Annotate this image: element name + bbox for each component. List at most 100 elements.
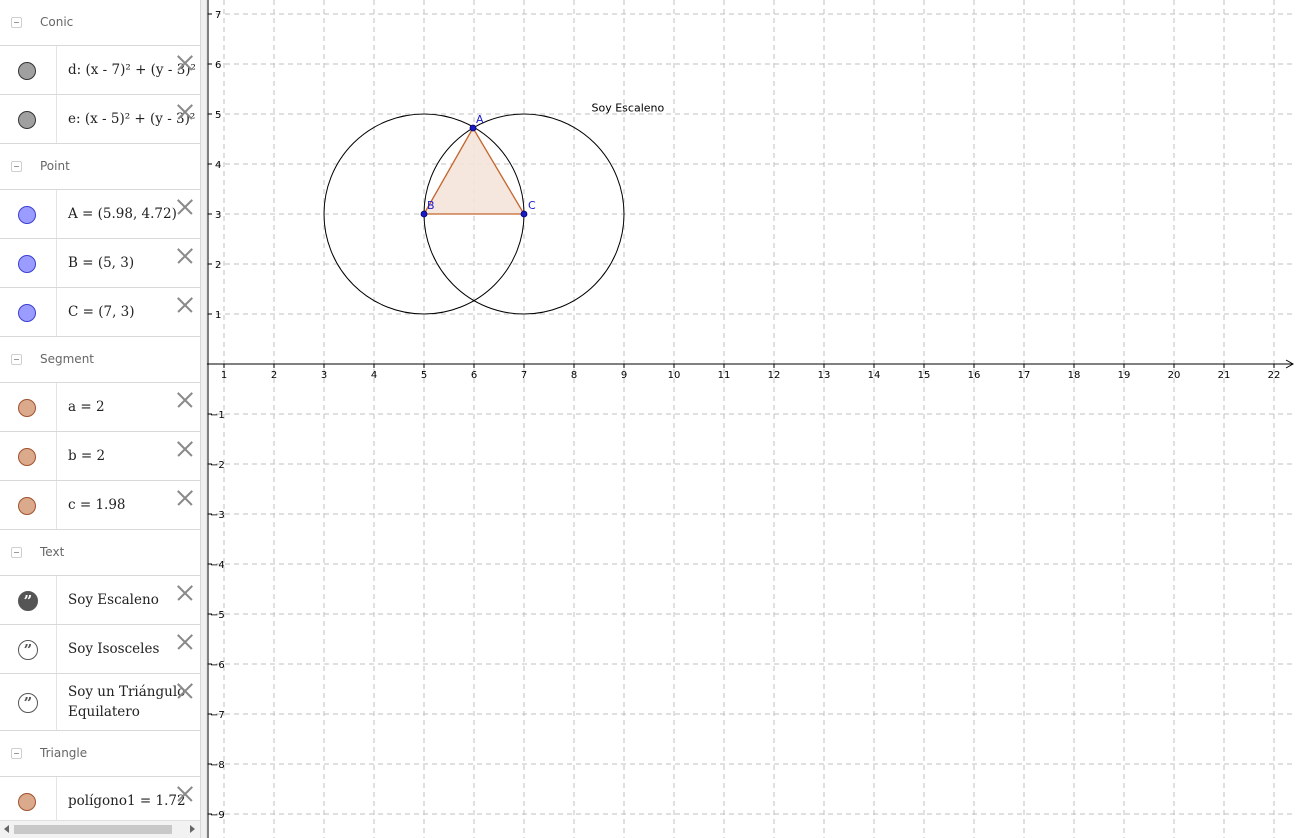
group-label: Text	[40, 545, 65, 559]
algebra-item-point-a[interactable]: A = (5.98, 4.72)	[0, 190, 201, 239]
collapse-toggle-icon[interactable]	[11, 354, 22, 365]
collapse-toggle-icon[interactable]	[11, 547, 22, 558]
visibility-marble-icon[interactable]	[18, 111, 36, 129]
visibility-marble-icon[interactable]	[18, 206, 36, 224]
text-visibility-icon[interactable]: ”	[18, 640, 38, 660]
algebra-item-text: Soy Isosceles	[68, 641, 160, 657]
y-tick-label: −8	[210, 760, 225, 771]
y-tick-label: −2	[210, 460, 225, 471]
algebra-item-text-line: Soy un Triángulo	[68, 684, 186, 700]
x-tick-label: 9	[621, 370, 627, 381]
visibility-marble-icon[interactable]	[18, 793, 36, 811]
x-tick-label: 12	[768, 370, 781, 381]
algebra-item-polygon-1[interactable]: polígono1 = 1.72	[0, 777, 201, 826]
algebra-item-text: B = (5, 3)	[68, 255, 135, 271]
delete-icon[interactable]	[176, 584, 194, 602]
delete-icon[interactable]	[176, 633, 194, 651]
algebra-item-text-line: Equilatero	[68, 704, 140, 720]
quote-glyph-icon: ”	[23, 641, 33, 659]
x-tick-label: 4	[371, 370, 377, 381]
quote-glyph-icon: ”	[23, 694, 33, 712]
group-header-segment: Segment	[0, 337, 201, 383]
visibility-marble-icon[interactable]	[18, 399, 36, 417]
y-tick-label: 1	[215, 310, 221, 321]
y-tick-label: −5	[210, 610, 225, 621]
algebra-item-text: c = 1.98	[68, 497, 126, 513]
x-tick-label: 13	[818, 370, 831, 381]
algebra-item-segment-b[interactable]: b = 2	[0, 432, 201, 481]
y-tick-label: −4	[210, 560, 225, 571]
algebra-view: Conic d: (x - 7)² + (y - 3)² = 4e: (x - 5…	[0, 0, 201, 838]
x-tick-label: 16	[968, 370, 981, 381]
group-header-point: Point	[0, 144, 201, 190]
algebra-item-conic-d[interactable]: d: (x - 7)² + (y - 3)² = 4	[0, 46, 201, 95]
x-tick-label: 3	[321, 370, 327, 381]
group-label: Triangle	[40, 746, 88, 760]
text-object-escaleno[interactable]: Soy Escaleno	[592, 102, 665, 115]
algebra-item-text: b = 2	[68, 448, 106, 464]
x-tick-label: 7	[521, 370, 527, 381]
collapse-toggle-icon[interactable]	[11, 748, 22, 759]
point-label: A	[476, 113, 484, 126]
algebra-item-text-isosceles[interactable]: ” Soy Isosceles	[0, 625, 201, 674]
visibility-marble-icon[interactable]	[18, 448, 36, 466]
algebra-item-point-c[interactable]: C = (7, 3)	[0, 288, 201, 337]
delete-icon[interactable]	[176, 391, 194, 409]
collapse-toggle-icon[interactable]	[11, 161, 22, 172]
x-tick-label: 22	[1268, 370, 1281, 381]
algebra-item-text: A = (5.98, 4.72)	[68, 206, 177, 222]
scrollbar-thumb[interactable]	[14, 825, 172, 834]
delete-icon[interactable]	[176, 785, 194, 803]
algebra-item-point-b[interactable]: B = (5, 3)	[0, 239, 201, 288]
x-tick-label: 6	[471, 370, 477, 381]
triangle-polygon[interactable]	[424, 128, 524, 214]
horizontal-scrollbar[interactable]	[0, 820, 201, 838]
visibility-marble-icon[interactable]	[18, 304, 36, 322]
y-tick-label: 7	[215, 10, 221, 21]
delete-icon[interactable]	[176, 296, 194, 314]
y-tick-label: 4	[215, 160, 221, 171]
group-label: Point	[40, 159, 70, 173]
y-tick-label: −7	[210, 710, 225, 721]
delete-icon[interactable]	[176, 489, 194, 507]
quote-glyph-icon: ”	[23, 592, 33, 610]
x-tick-label: 5	[421, 370, 427, 381]
x-tick-label: 18	[1068, 370, 1081, 381]
algebra-item-segment-c[interactable]: c = 1.98	[0, 481, 201, 530]
text-visibility-icon[interactable]: ”	[18, 591, 38, 611]
visibility-marble-icon[interactable]	[18, 255, 36, 273]
y-tick-label: −6	[210, 660, 225, 671]
x-tick-label: 21	[1218, 370, 1231, 381]
group-header-triangle: Triangle	[0, 731, 201, 777]
graphics-view[interactable]: 1 2 3 4 5 6 7 8 9 10 11 12 13 14 15 16 17 18 19 20 21 22 1 2 3 4 5…	[207, 0, 1296, 838]
y-tick-label: 2	[215, 260, 221, 271]
point-c[interactable]	[520, 210, 528, 218]
delete-icon[interactable]	[176, 440, 194, 458]
delete-icon[interactable]	[176, 54, 194, 72]
x-tick-label: 19	[1118, 370, 1131, 381]
view-divider[interactable]	[200, 0, 207, 838]
delete-icon[interactable]	[176, 103, 194, 121]
x-tick-label: 17	[1018, 370, 1031, 381]
delete-icon[interactable]	[176, 247, 194, 265]
algebra-item-segment-a[interactable]: a = 2	[0, 383, 201, 432]
text-visibility-icon[interactable]: ”	[18, 693, 38, 713]
algebra-item-text-escaleno[interactable]: ” Soy Escaleno	[0, 576, 201, 625]
delete-icon[interactable]	[176, 198, 194, 216]
y-tick-label: −3	[210, 510, 225, 521]
scroll-right-icon[interactable]	[190, 825, 195, 833]
group-label: Segment	[40, 352, 94, 366]
collapse-toggle-icon[interactable]	[11, 17, 22, 28]
delete-icon[interactable]	[176, 682, 194, 700]
visibility-marble-icon[interactable]	[18, 497, 36, 515]
group-header-conic: Conic	[0, 0, 201, 46]
visibility-marble-icon[interactable]	[18, 62, 36, 80]
algebra-item-text: Soy Escaleno	[68, 592, 159, 608]
graphics-canvas[interactable]: 1 2 3 4 5 6 7 8 9 10 11 12 13 14 15 16 17 18 19 20 21 2212345…	[207, 0, 1296, 838]
point-label: C	[528, 199, 536, 212]
x-tick-label: 11	[718, 370, 731, 381]
algebra-item-conic-e[interactable]: e: (x - 5)² + (y - 3)² = 4	[0, 95, 201, 144]
x-tick-label: 15	[918, 370, 931, 381]
scroll-left-icon[interactable]	[4, 825, 9, 833]
algebra-item-text-equilatero[interactable]: ” Soy un Triángulo Equilatero	[0, 674, 201, 731]
